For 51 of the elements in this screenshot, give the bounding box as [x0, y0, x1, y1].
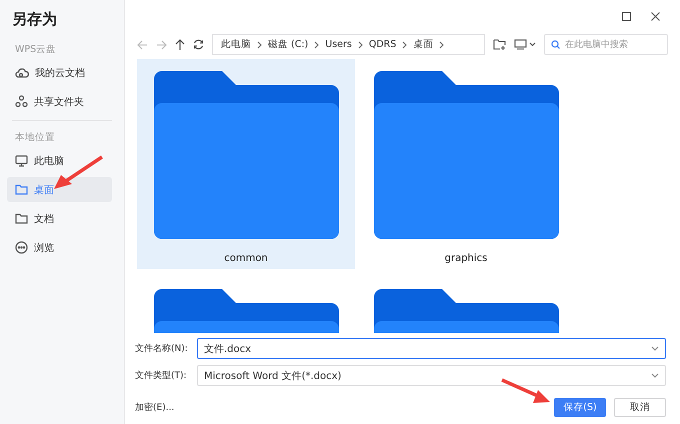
filetype-dropdown[interactable]: Microsoft Word 文件(*.docx)	[197, 365, 666, 386]
monitor-icon	[15, 154, 28, 166]
chevron-icon	[314, 40, 320, 48]
filename-field[interactable]: 文件.docx	[197, 338, 666, 359]
folder-icon	[15, 184, 28, 195]
chevron-icon	[439, 40, 444, 48]
dropdown-caret-icon	[651, 373, 659, 378]
folder-tile[interactable]: graphics	[357, 59, 575, 269]
section-heading: 本地位置	[15, 131, 56, 144]
sidebar-item[interactable]: 浏览	[7, 235, 112, 260]
cloud-icon	[15, 66, 29, 78]
sidebar-item[interactable]: 共享文件夹	[7, 89, 112, 114]
section-heading: WPS云盘	[15, 43, 58, 56]
sidebar-item[interactable]: 此电脑	[7, 148, 112, 173]
folder-icon	[154, 71, 338, 239]
more-icon	[15, 241, 28, 254]
folder-icon	[154, 289, 338, 333]
save-button[interactable]: 保存(S)	[554, 398, 606, 417]
sidebar-item[interactable]: 文档	[7, 206, 112, 231]
search-icon	[551, 40, 560, 49]
annotation-arrow	[52, 155, 104, 191]
folder-name: common	[224, 253, 268, 264]
breadcrumb-item[interactable]: QDRS	[368, 39, 396, 50]
breadcrumb-item[interactable]: 磁盘 (C:)	[268, 38, 308, 51]
breadcrumb-bar[interactable]: 此电脑 磁盘 (C:) Users QDRS 桌面	[212, 34, 485, 55]
chevron-icon	[257, 40, 262, 48]
chevron-icon	[358, 40, 363, 48]
breadcrumb-item[interactable]: Users	[325, 39, 352, 50]
folder-icon	[15, 213, 28, 224]
breadcrumb-item[interactable]: 桌面	[413, 38, 434, 51]
close-icon[interactable]	[651, 12, 660, 21]
up-arrow-icon[interactable]	[175, 39, 185, 50]
chevron-icon	[402, 40, 408, 48]
folder-icon	[374, 71, 558, 239]
field-label: 文件名称(N):	[135, 342, 189, 355]
breadcrumb-item[interactable]: 此电脑	[221, 38, 251, 51]
cancel-button[interactable]: 取消	[614, 398, 666, 417]
view-mode-icon[interactable]	[514, 39, 536, 50]
maximize-icon[interactable]	[622, 12, 631, 21]
new-folder-icon[interactable]	[493, 39, 506, 50]
encrypt-link[interactable]: 加密(E)...	[135, 401, 546, 414]
annotation-arrow	[500, 378, 552, 406]
dropdown-caret-icon	[651, 346, 659, 351]
folder-name: graphics	[444, 253, 488, 264]
sidebar-item[interactable]: 我的云文档	[7, 60, 112, 85]
share-icon	[15, 95, 28, 108]
refresh-icon[interactable]	[193, 39, 204, 50]
field-label: 文件类型(T):	[135, 370, 188, 382]
folder-icon	[374, 289, 558, 333]
window-title: 另存为	[12, 10, 58, 29]
folder-tile[interactable]: common	[137, 59, 355, 269]
